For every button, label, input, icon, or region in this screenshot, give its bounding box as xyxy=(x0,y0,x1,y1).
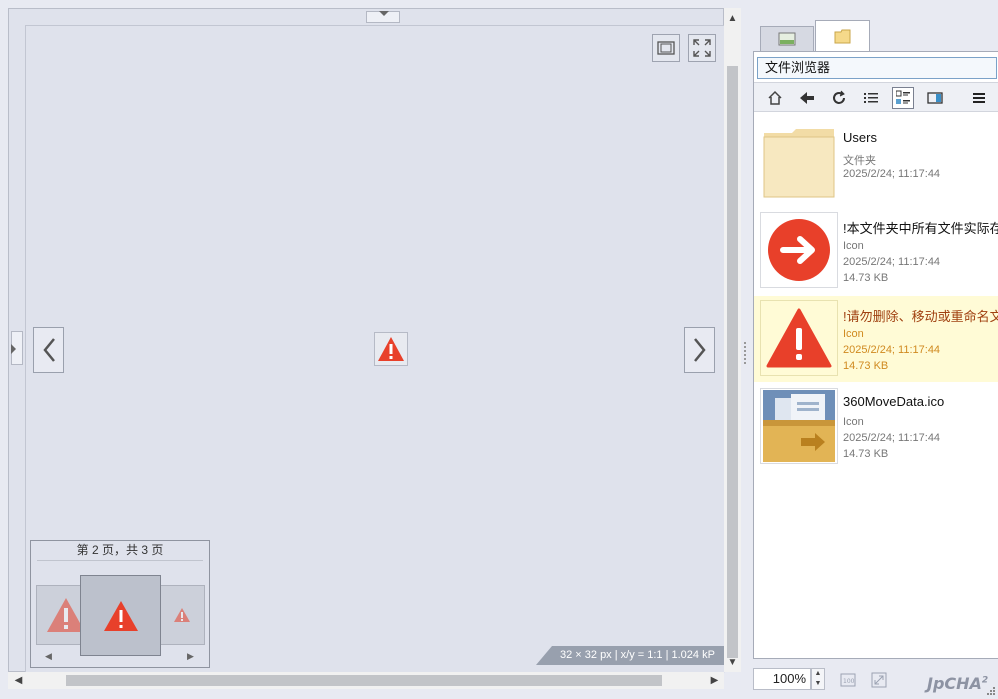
file-date: 2025/2/24; 11:17:44 xyxy=(843,432,941,444)
file-name: !本文件夹中所有文件实际存放 xyxy=(843,221,998,236)
image-status-bar: 32 × 32 px | x/y = 1:1 | 1.024 kP xyxy=(536,646,726,665)
brand-sup: 2 xyxy=(981,675,989,686)
vertical-scroll-thumb[interactable] xyxy=(727,66,738,658)
file-date: 2025/2/24; 11:17:44 xyxy=(843,168,941,180)
left-panel-toggle[interactable] xyxy=(11,331,23,365)
chevron-left-icon xyxy=(42,338,55,362)
chevron-right-icon xyxy=(693,338,706,362)
displayed-image xyxy=(374,332,408,366)
details-view-icon xyxy=(896,90,910,104)
top-panel-toggle[interactable] xyxy=(366,11,400,23)
menu-icon xyxy=(973,93,985,103)
image-tab-icon xyxy=(778,32,796,46)
file-type: Icon xyxy=(843,240,864,252)
fit-size-icon xyxy=(871,672,887,688)
scroll-left-icon[interactable]: ◀ xyxy=(10,672,27,689)
zoom-input[interactable]: 100% xyxy=(753,668,811,690)
menu-button[interactable] xyxy=(968,87,990,109)
preview-icon xyxy=(927,92,943,104)
vertical-scrollbar[interactable]: ▲ ▼ xyxy=(724,8,741,672)
details-view-button[interactable] xyxy=(892,87,914,109)
horizontal-scroll-thumb[interactable] xyxy=(66,675,662,686)
file-name: 360MoveData.ico xyxy=(843,394,945,409)
refresh-button[interactable] xyxy=(828,87,850,109)
image-viewer[interactable]: 第 2 页，共 3 页 ◀ ▶ 32 × 32 px | x/y = 1:1 |… xyxy=(8,8,726,673)
file-thumbnail xyxy=(760,212,838,288)
file-date: 2025/2/24; 11:17:44 xyxy=(843,344,941,356)
folder-tab-icon xyxy=(834,29,850,44)
file-thumbnail xyxy=(760,124,838,200)
fullscreen-button[interactable] xyxy=(688,34,716,62)
file-type: Icon xyxy=(843,416,864,428)
svg-text:100: 100 xyxy=(843,678,855,685)
move-data-icon xyxy=(763,390,835,462)
list-item[interactable]: 360MoveData.ico Icon 2025/2/24; 11:17:44… xyxy=(754,384,998,470)
file-type: Icon xyxy=(843,328,864,340)
home-icon xyxy=(768,90,782,105)
file-type: 文件夹 xyxy=(843,155,876,167)
file-thumbnail xyxy=(760,300,838,376)
warning-icon xyxy=(174,608,190,622)
file-date: 2025/2/24; 11:17:44 xyxy=(843,256,941,268)
scroll-down-icon[interactable]: ▼ xyxy=(724,654,741,671)
preview-button[interactable] xyxy=(924,87,946,109)
home-button[interactable] xyxy=(764,87,786,109)
file-size: 14.73 KB xyxy=(843,360,889,372)
next-image-button[interactable] xyxy=(684,327,715,373)
actual-size-icon: 100 xyxy=(840,673,856,687)
file-browser-toolbar xyxy=(754,82,998,112)
file-thumbnail xyxy=(760,388,838,464)
warning-icon xyxy=(378,337,404,361)
list-item[interactable]: Users 文件夹 2025/2/24; 11:17:44 xyxy=(754,120,998,206)
file-size: 14.73 KB xyxy=(843,448,889,460)
horizontal-scrollbar[interactable]: ◀ ▶ xyxy=(8,672,724,689)
folder-icon xyxy=(763,129,835,198)
zoom-stepper[interactable]: ▲ ▼ xyxy=(811,668,825,690)
arrow-right-circle-icon xyxy=(768,219,830,281)
previous-image-button[interactable] xyxy=(33,327,64,373)
pager-prev-icon[interactable]: ◀ xyxy=(45,651,55,663)
file-name: Users xyxy=(843,130,877,145)
resize-grip-icon[interactable] xyxy=(986,686,996,696)
list-view-icon xyxy=(864,93,878,103)
warning-icon xyxy=(103,600,138,631)
brand-logo: JpCHA2 xyxy=(927,674,988,693)
page-thumbnail-3[interactable] xyxy=(159,585,205,645)
file-browser-panel: 文件浏览器 Users 文件夹 2025/2/24; 11:17:44 !本文件… xyxy=(753,51,998,659)
refresh-icon xyxy=(833,90,845,104)
fit-window-button[interactable] xyxy=(652,34,680,62)
image-canvas[interactable]: 第 2 页，共 3 页 ◀ ▶ 32 × 32 px | x/y = 1:1 |… xyxy=(25,25,726,673)
page-thumbnail-2[interactable] xyxy=(80,575,161,656)
page-navigator[interactable]: 第 2 页，共 3 页 ◀ ▶ xyxy=(30,540,210,668)
pager-next-icon[interactable]: ▶ xyxy=(187,651,197,663)
list-view-button[interactable] xyxy=(860,87,882,109)
panel-title: 文件浏览器 xyxy=(757,57,997,79)
list-item[interactable]: !本文件夹中所有文件实际存放 Icon 2025/2/24; 11:17:44 … xyxy=(754,208,998,294)
warning-icon xyxy=(766,308,832,368)
fullscreen-icon xyxy=(693,39,711,57)
fit-window-icon xyxy=(657,41,675,55)
list-item-selected[interactable]: !请勿删除、移动或重命名文件 Icon 2025/2/24; 11:17:44 … xyxy=(754,296,998,382)
brand-name: JpCHA xyxy=(927,674,982,693)
actual-size-button[interactable]: 100 xyxy=(840,672,856,688)
back-icon xyxy=(800,92,814,104)
tab-file-browser[interactable] xyxy=(815,20,870,52)
file-size: 14.73 KB xyxy=(843,272,889,284)
scroll-up-icon[interactable]: ▲ xyxy=(724,10,741,27)
back-button[interactable] xyxy=(796,87,818,109)
fit-size-button[interactable] xyxy=(871,672,887,688)
file-name: !请勿删除、移动或重命名文件 xyxy=(843,309,998,324)
tab-image[interactable] xyxy=(760,26,814,52)
page-indicator: 第 2 页，共 3 页 xyxy=(37,541,203,561)
panel-splitter[interactable] xyxy=(744,340,748,370)
scroll-right-icon[interactable]: ▶ xyxy=(706,672,723,689)
